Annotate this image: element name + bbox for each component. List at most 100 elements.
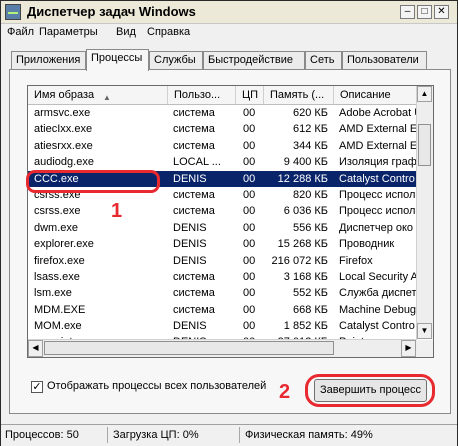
sort-up-icon: ▲: [103, 93, 111, 102]
cell-user: DENIS: [173, 221, 207, 234]
process-list[interactable]: Имя образа ▲ Пользо... ЦП Память (... Оп…: [27, 85, 434, 358]
annotation-number-1: 1: [111, 200, 123, 222]
column-header-image-name[interactable]: Имя образа ▲: [28, 86, 168, 104]
menu-file[interactable]: Файл: [7, 26, 34, 38]
cell-cpu: 00: [243, 287, 256, 300]
cell-image-name: atiesrxx.exe: [34, 139, 93, 152]
menu-options[interactable]: Параметры: [39, 26, 98, 38]
scroll-left-icon[interactable]: ◀: [28, 340, 43, 357]
cell-memory: 552 КБ: [292, 287, 328, 300]
cell-memory: 12 288 КБ: [277, 172, 328, 185]
scroll-thumb[interactable]: [418, 124, 431, 166]
cell-cpu: 00: [243, 254, 256, 267]
tab-processes[interactable]: Процессы: [86, 49, 149, 71]
cell-description: Изоляция граф: [339, 156, 417, 169]
table-row[interactable]: armsvc.exe система 00 620 КБ Adobe Acrobat U: [28, 105, 417, 121]
column-header-memory[interactable]: Память (...: [264, 86, 334, 104]
cell-memory: 9 400 КБ: [283, 156, 328, 169]
cell-user: DENIS: [173, 238, 207, 251]
status-bar: Процессов: 50 Загрузка ЦП: 0% Физическая…: [1, 424, 457, 446]
cell-user: система: [173, 188, 215, 201]
maximize-icon[interactable]: □: [417, 5, 432, 19]
cell-memory: 1 852 КБ: [283, 320, 328, 333]
status-separator: [239, 427, 240, 443]
column-header-cpu[interactable]: ЦП: [236, 86, 264, 104]
cell-user: система: [173, 205, 215, 218]
cell-description: Процесс испол: [339, 205, 416, 218]
cell-description: Machine Debug: [339, 303, 417, 316]
table-row[interactable]: explorer.exe DENIS 00 15 268 КБ Проводник: [28, 236, 417, 252]
cell-description: Local Security A: [339, 270, 417, 283]
cell-description: Служба диспет: [339, 287, 417, 300]
tab-performance[interactable]: Быстродействие: [203, 51, 305, 69]
table-row[interactable]: MOM.exe DENIS 00 1 852 КБ Catalyst Contro: [28, 318, 417, 334]
column-label: Имя образа: [34, 89, 95, 101]
cell-memory: 344 КБ: [292, 139, 328, 152]
cell-description: AMD External E: [339, 123, 417, 136]
status-cpu: Загрузка ЦП: 0%: [113, 429, 199, 441]
table-row[interactable]: dwm.exe DENIS 00 556 КБ Диспетчер око: [28, 220, 417, 236]
table-row[interactable]: lsm.exe система 00 552 КБ Служба диспет: [28, 285, 417, 301]
cell-cpu: 00: [243, 221, 256, 234]
cell-image-name: MOM.exe: [34, 320, 82, 333]
hscroll-thumb[interactable]: [44, 341, 334, 355]
scroll-down-icon[interactable]: ▼: [417, 323, 432, 339]
show-all-users-label: Отображать процессы всех пользователей: [47, 380, 267, 392]
tab-applications[interactable]: Приложения: [11, 51, 86, 69]
cell-image-name: audiodg.exe: [34, 156, 94, 169]
horizontal-scrollbar[interactable]: ◀ ▶: [28, 339, 417, 357]
list-header: Имя образа ▲ Пользо... ЦП Память (... Оп…: [28, 86, 417, 105]
cell-cpu: 00: [243, 156, 256, 169]
cell-user: DENIS: [173, 320, 207, 333]
menu-help[interactable]: Справка: [147, 26, 190, 38]
cell-user: система: [173, 123, 215, 136]
menu-bar: Файл Параметры Вид Справка: [1, 24, 457, 42]
process-rows: armsvc.exe система 00 620 КБ Adobe Acrobat U…: [28, 105, 417, 351]
cell-memory: 6 036 КБ: [283, 205, 328, 218]
cell-user: система: [173, 303, 215, 316]
cell-image-name: armsvc.exe: [34, 107, 91, 119]
cell-memory: 620 КБ: [292, 107, 328, 119]
cell-description: Проводник: [339, 238, 395, 251]
cell-image-name: lsm.exe: [34, 287, 72, 300]
cell-memory: 556 КБ: [292, 221, 328, 234]
menu-view[interactable]: Вид: [116, 26, 136, 38]
end-process-button[interactable]: Завершить процесс: [314, 379, 427, 402]
tab-services[interactable]: Службы: [149, 51, 203, 69]
cell-cpu: 00: [243, 139, 256, 152]
cell-image-name: csrss.exe: [34, 205, 81, 218]
scroll-up-icon[interactable]: ▲: [417, 86, 432, 102]
table-row[interactable]: atiecIxx.exe система 00 612 КБ AMD External …: [28, 121, 417, 137]
cell-user: DENIS: [173, 172, 207, 185]
vertical-scrollbar[interactable]: ▲ ▼: [416, 86, 433, 339]
cell-memory: 668 КБ: [292, 303, 328, 316]
scroll-right-icon[interactable]: ▶: [401, 340, 416, 357]
cell-user: система: [173, 139, 215, 152]
cell-user: DENIS: [173, 254, 207, 267]
window-title: Диспетчер задач Windows: [27, 4, 196, 19]
table-row[interactable]: atiesrxx.exe система 00 344 КБ AMD External …: [28, 138, 417, 154]
cell-user: система: [173, 287, 215, 300]
minimize-icon[interactable]: –: [400, 5, 415, 19]
close-icon[interactable]: ✕: [434, 5, 449, 19]
cell-image-name: atiecIxx.exe: [34, 123, 93, 136]
cell-cpu: 00: [243, 205, 256, 218]
table-row[interactable]: firefox.exe DENIS 00 216 072 КБ Firefox: [28, 253, 417, 269]
table-row[interactable]: csrss.exe система 00 6 036 КБ Процесс испол: [28, 203, 417, 219]
show-all-users-checkbox[interactable]: ✓: [31, 381, 43, 393]
cell-cpu: 00: [243, 188, 256, 201]
table-row[interactable]: audiodg.exe LOCAL ... 00 9 400 КБ Изоляция г…: [28, 154, 417, 170]
tab-users[interactable]: Пользователи: [342, 51, 427, 69]
title-bar[interactable]: Диспетчер задач Windows – □ ✕: [1, 1, 457, 24]
column-header-description[interactable]: Описание: [334, 86, 417, 104]
scroll-corner: [417, 340, 433, 357]
tab-network[interactable]: Сеть: [305, 51, 342, 69]
cell-user: LOCAL ...: [173, 156, 221, 169]
cell-image-name: MDM.EXE: [34, 303, 86, 316]
table-row[interactable]: MDM.EXE система 00 668 КБ Machine Debug: [28, 302, 417, 318]
table-row[interactable]: lsass.exe система 00 3 168 КБ Local Security…: [28, 269, 417, 285]
status-separator: [107, 427, 108, 443]
cell-description: Catalyst Contro: [339, 172, 415, 185]
column-header-user[interactable]: Пользо...: [168, 86, 236, 104]
cell-image-name: firefox.exe: [34, 254, 85, 267]
